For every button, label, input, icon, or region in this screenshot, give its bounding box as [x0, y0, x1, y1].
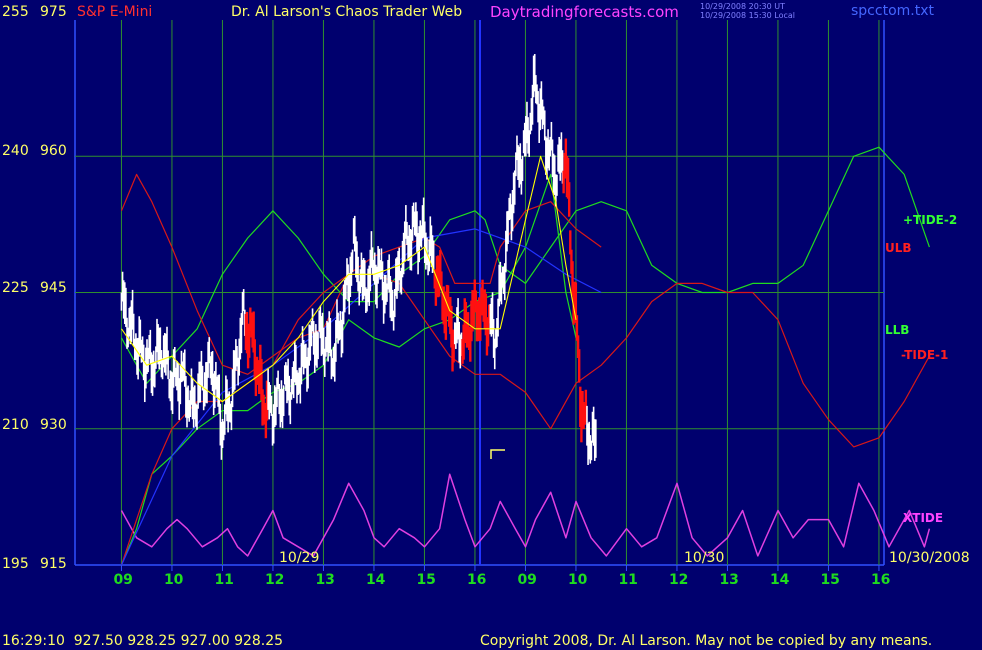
x-tick-label-3: 12 — [264, 572, 285, 588]
last-quote: 16:29:10 927.50 928.25 927.00 928.25 — [2, 633, 284, 649]
left-tick-195: 195 — [2, 556, 29, 572]
series-label-xtide: XTIDE — [903, 511, 944, 525]
price-tick-960: 960 — [40, 143, 67, 159]
left-scale-top: 255 — [2, 4, 29, 20]
x-tick-label-10: 11 — [618, 572, 638, 588]
left-tick-210: 210 — [2, 417, 29, 433]
date-label-full: 10/30/2008 — [889, 550, 970, 566]
x-tick-label-15: 16 — [870, 572, 891, 588]
site-name: Daytradingforecasts.com — [490, 3, 679, 21]
price-chart — [74, 20, 931, 571]
series-label-tide1: -TIDE-1 — [901, 348, 949, 362]
x-tick-label-0: 09 — [113, 572, 133, 588]
date-label-1029: 10/29 — [279, 550, 320, 566]
x-tick-label-13: 14 — [769, 572, 790, 588]
timestamp-ut: 10/29/2008 20:30 UT — [700, 2, 785, 11]
x-tick-label-9: 10 — [567, 572, 588, 588]
x-tick-label-12: 13 — [719, 572, 739, 588]
file-name: spcctom.txt — [851, 3, 934, 19]
page-title: Dr. Al Larson's Chaos Trader Web — [231, 4, 463, 20]
series-label-ulb: ULB — [885, 241, 912, 255]
x-tick-label-14: 15 — [820, 572, 840, 588]
x-tick-label-6: 15 — [416, 572, 436, 588]
price-tick-915: 915 — [40, 556, 67, 572]
date-label-1030: 10/30 — [684, 550, 725, 566]
series-label-llb: LLB — [885, 323, 910, 337]
price-scale-top: 975 — [40, 4, 67, 20]
x-tick-label-4: 13 — [315, 572, 335, 588]
left-tick-225: 225 — [2, 280, 29, 296]
x-tick-label-8: 09 — [517, 572, 537, 588]
price-tick-930: 930 — [40, 417, 67, 433]
left-tick-240: 240 — [2, 143, 29, 159]
x-tick-label-1: 10 — [163, 572, 184, 588]
x-tick-label-2: 11 — [214, 572, 234, 588]
timestamp-local: 10/29/2008 15:30 Local — [700, 11, 795, 20]
price-tick-945: 945 — [40, 280, 67, 296]
copyright: Copyright 2008, Dr. Al Larson. May not b… — [480, 633, 933, 649]
x-tick-label-7: 16 — [466, 572, 487, 588]
forecast-bracket — [490, 449, 505, 459]
x-tick-label-5: 14 — [365, 572, 386, 588]
x-tick-label-11: 12 — [668, 572, 689, 588]
series-label-tide2: +TIDE-2 — [903, 213, 958, 227]
instrument-name: S&P E-Mini — [77, 4, 153, 20]
